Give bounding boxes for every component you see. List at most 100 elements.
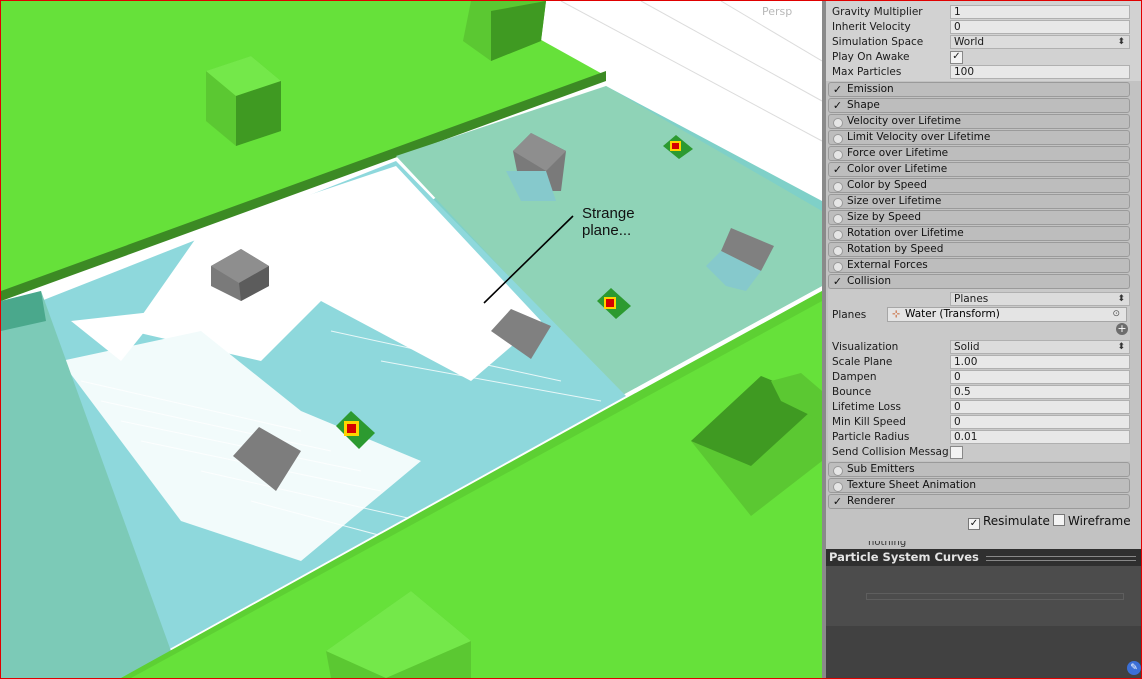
inherit-velocity-row: Inherit Velocity 0 [829, 20, 1139, 35]
min-kill-speed-field[interactable]: 0 [950, 415, 1130, 429]
module-collision[interactable]: ✓ Collision [828, 274, 1130, 289]
lifetime-loss-label: Lifetime Loss [832, 401, 902, 413]
particle-system-curves-panel: Particle System Curves [826, 549, 1141, 678]
collision-type-dropdown[interactable]: Planes [950, 292, 1130, 306]
module-label: Rotation by Speed [847, 243, 944, 255]
module-rotation-by-speed[interactable]: Rotation by Speed [828, 242, 1130, 257]
camera-mode-label[interactable]: Persp [762, 5, 792, 18]
gravity-multiplier-row: Gravity Multiplier 1 [829, 5, 1139, 20]
particle-radius-row: Particle Radius 0.01 [829, 430, 1139, 445]
module-velocity-over-lifetime[interactable]: Velocity over Lifetime [828, 114, 1130, 129]
planes-row: Planes [829, 308, 889, 323]
send-collision-messages-label: Send Collision Messages [832, 446, 949, 458]
module-label: Color by Speed [847, 179, 927, 191]
simulation-space-dropdown[interactable]: World [950, 35, 1130, 49]
dampen-label: Dampen [832, 371, 877, 383]
radio-icon[interactable] [833, 198, 843, 208]
module-label: Velocity over Lifetime [847, 115, 961, 127]
checkmark-icon[interactable]: ✓ [832, 495, 843, 508]
radio-icon[interactable] [833, 482, 843, 492]
dampen-row: Dampen 0 [829, 370, 1139, 385]
wireframe-toggle[interactable]: Wireframe [1053, 514, 1131, 528]
module-color-over-lifetime[interactable]: ✓ Color over Lifetime [828, 162, 1130, 177]
unity-editor-window: Persp Strange plane... Gravity Multiplie… [0, 0, 1142, 679]
radio-icon[interactable] [833, 150, 843, 160]
send-collision-messages-row: Send Collision Messages [829, 445, 1139, 460]
tag-icon[interactable]: ✎ [1127, 661, 1141, 675]
module-external-forces[interactable]: External Forces [828, 258, 1130, 273]
visualization-row: Visualization Solid [829, 340, 1139, 355]
transform-icon: ⊹ [892, 309, 901, 320]
scale-plane-row: Scale Plane 1.00 [829, 355, 1139, 370]
radio-icon[interactable] [833, 246, 843, 256]
module-label: Limit Velocity over Lifetime [847, 131, 991, 143]
inherit-velocity-label: Inherit Velocity [832, 21, 911, 33]
max-particles-row: Max Particles 100 [829, 65, 1139, 80]
module-label: Texture Sheet Animation [847, 479, 976, 491]
annotation-text: Strange plane... [582, 205, 672, 239]
module-size-by-speed[interactable]: Size by Speed [828, 210, 1130, 225]
curve-timeline-bar [866, 593, 1124, 600]
module-force-over-lifetime[interactable]: Force over Lifetime [828, 146, 1130, 161]
panel-grip [986, 556, 1136, 561]
object-picker-icon[interactable]: ⊙ [1112, 308, 1120, 321]
simulation-space-label: Simulation Space [832, 36, 924, 48]
module-label: Force over Lifetime [847, 147, 949, 159]
module-rotation-over-lifetime[interactable]: Rotation over Lifetime [828, 226, 1130, 241]
module-emission[interactable]: ✓ Emission [828, 82, 1130, 97]
particle-radius-label: Particle Radius [832, 431, 910, 443]
planes-object-field[interactable]: ⊹ Water (Transform) ⊙ [887, 307, 1127, 322]
curve-editor-area[interactable] [826, 566, 1141, 626]
scale-plane-field[interactable]: 1.00 [950, 355, 1130, 369]
visualization-dropdown[interactable]: Solid [950, 340, 1130, 354]
checkmark-icon[interactable]: ✓ [832, 163, 843, 176]
radio-icon[interactable] [833, 134, 843, 144]
add-plane-button[interactable]: + [1116, 323, 1128, 335]
annotation-line-2: plane... [582, 222, 632, 239]
module-renderer[interactable]: ✓ Renderer [828, 494, 1130, 509]
radio-icon[interactable] [833, 262, 843, 272]
scene-view[interactable]: Persp Strange plane... [1, 1, 822, 678]
module-limit-velocity-over-lifetime[interactable]: Limit Velocity over Lifetime [828, 130, 1130, 145]
module-texture-sheet-animation[interactable]: Texture Sheet Animation [828, 478, 1130, 493]
radio-icon[interactable] [833, 118, 843, 128]
module-label: Shape [847, 99, 880, 111]
lifetime-loss-field[interactable]: 0 [950, 400, 1130, 414]
module-label: Size over Lifetime [847, 195, 942, 207]
bounce-label: Bounce [832, 386, 872, 398]
module-size-over-lifetime[interactable]: Size over Lifetime [828, 194, 1130, 209]
bounce-field[interactable]: 0.5 [950, 385, 1130, 399]
radio-icon[interactable] [833, 466, 843, 476]
inspector-panel: Gravity Multiplier 1 Inherit Velocity 0 … [826, 1, 1141, 547]
play-on-awake-label: Play On Awake [832, 51, 910, 63]
resimulate-toggle[interactable]: ✓ Resimulate [968, 514, 1050, 530]
resimulate-checkbox[interactable]: ✓ [968, 518, 980, 530]
radio-icon[interactable] [833, 214, 843, 224]
checkmark-icon[interactable]: ✓ [832, 99, 843, 112]
module-color-by-speed[interactable]: Color by Speed [828, 178, 1130, 193]
planes-label: Planes [832, 309, 867, 321]
checkmark-icon[interactable]: ✓ [832, 83, 843, 96]
radio-icon[interactable] [833, 230, 843, 240]
module-sub-emitters[interactable]: Sub Emitters [828, 462, 1130, 477]
particle-radius-field[interactable]: 0.01 [950, 430, 1130, 444]
wireframe-checkbox[interactable] [1053, 514, 1065, 526]
checkmark-icon[interactable]: ✓ [832, 275, 843, 288]
send-collision-messages-checkbox[interactable] [950, 446, 963, 459]
max-particles-label: Max Particles [832, 66, 902, 78]
module-label: Rotation over Lifetime [847, 227, 964, 239]
dampen-field[interactable]: 0 [950, 370, 1130, 384]
inherit-velocity-field[interactable]: 0 [950, 20, 1130, 34]
module-label: External Forces [847, 259, 928, 271]
gravity-multiplier-field[interactable]: 1 [950, 5, 1130, 19]
scale-plane-label: Scale Plane [832, 356, 893, 368]
next-component-header: nothing [826, 541, 1141, 549]
module-shape[interactable]: ✓ Shape [828, 98, 1130, 113]
radio-icon[interactable] [833, 182, 843, 192]
curves-panel-title[interactable]: Particle System Curves [826, 549, 1141, 566]
min-kill-speed-row: Min Kill Speed 0 [829, 415, 1139, 430]
module-label: Collision [847, 275, 891, 287]
simulation-space-row: Simulation Space World [829, 35, 1139, 50]
play-on-awake-checkbox[interactable]: ✓ [950, 51, 963, 64]
max-particles-field[interactable]: 100 [950, 65, 1130, 79]
